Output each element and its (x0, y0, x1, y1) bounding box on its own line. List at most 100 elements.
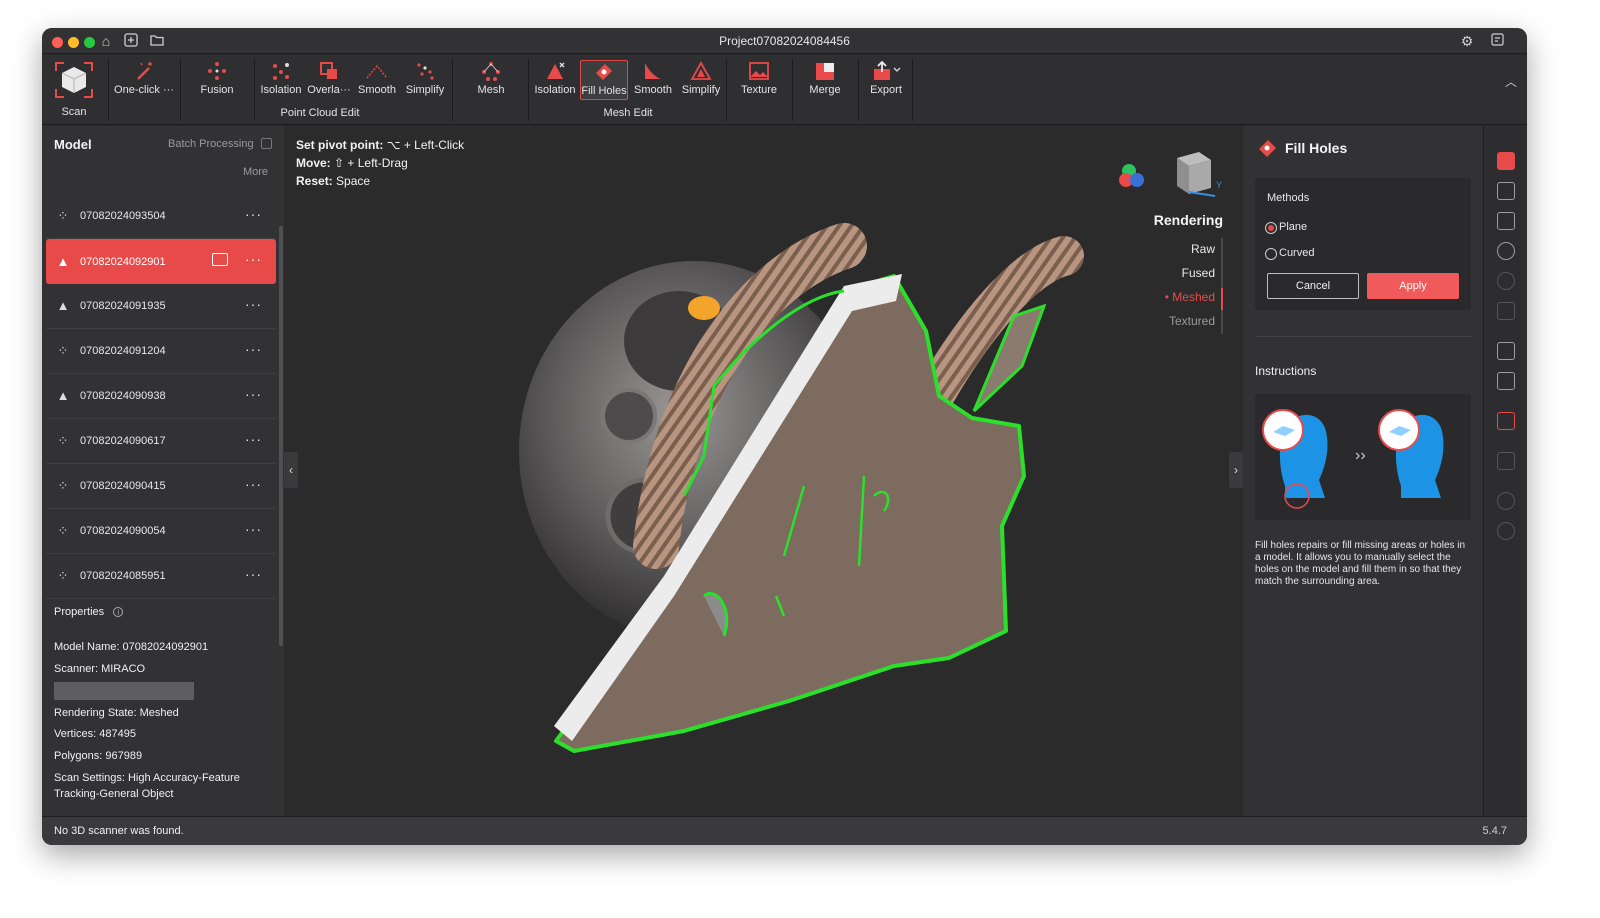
redo-icon[interactable] (1497, 522, 1515, 540)
collapse-toolbar-icon[interactable]: ︿ (1505, 73, 1517, 90)
cancel-button[interactable]: Cancel (1267, 273, 1359, 299)
pc-simplify-tool[interactable]: Simplify (402, 60, 448, 100)
model-item[interactable]: ▲ 07082024090938 ··· (46, 374, 276, 419)
model-more-icon[interactable]: ··· (245, 476, 262, 492)
plane-cut-icon[interactable] (1497, 302, 1515, 320)
pc-isolation-tool[interactable]: Isolation (258, 60, 304, 100)
color-orientation-icon[interactable] (1117, 160, 1149, 192)
mesh-tool[interactable]: Mesh (466, 60, 516, 100)
one-click-tool[interactable]: One-click ··· (114, 60, 174, 100)
export-icon (874, 60, 901, 80)
mesh-simplify-tool[interactable]: Simplify (678, 60, 724, 100)
curved-radio[interactable] (1265, 248, 1277, 260)
model-more-icon[interactable]: ··· (245, 341, 262, 357)
prop-scan-settings: Scan Settings: High Accuracy-Feature (54, 772, 240, 784)
prop-rendering-state: Rendering State: Meshed (54, 707, 179, 719)
polygon-select-icon[interactable] (1497, 212, 1515, 230)
mesh-simplify-icon (690, 61, 712, 80)
collapse-right-panel-icon[interactable]: › (1229, 452, 1243, 488)
select-pointer-icon[interactable] (1497, 152, 1515, 170)
undo-icon[interactable] (1497, 492, 1515, 510)
plane-radio-label[interactable]: Plane (1279, 221, 1307, 233)
select-connected-icon[interactable] (1497, 412, 1515, 430)
pc-smooth-label: Smooth (358, 84, 396, 96)
model-item-name: 07082024090938 (80, 390, 166, 402)
fill-holes-panel: Fill Holes Methods Plane Curved Cancel A… (1243, 126, 1483, 816)
overlap-label: Overla··· (307, 84, 351, 96)
fill-holes-label: Fill Holes (581, 85, 627, 97)
curved-radio-label[interactable]: Curved (1279, 247, 1314, 259)
model-item-name: 07082024085951 (80, 570, 166, 582)
merge-tool[interactable]: Merge (800, 60, 850, 100)
batch-icon (260, 138, 272, 149)
apply-button[interactable]: Apply (1367, 273, 1459, 299)
pc-smooth-tool[interactable]: Smooth (354, 60, 400, 100)
instructions-text: Fill holes repairs or fill missing areas… (1255, 540, 1466, 587)
render-fused[interactable]: Fused (1182, 266, 1215, 280)
model-item[interactable]: ⁘ 07082024091204 ··· (46, 329, 276, 374)
model-panel-title: Model (54, 137, 92, 152)
fill-holes-tool[interactable]: Fill Holes (580, 60, 628, 100)
more-button[interactable]: More (243, 166, 268, 178)
fusion-tool[interactable]: Fusion (192, 60, 242, 100)
mesh-smooth-tool[interactable]: Smooth (630, 60, 676, 100)
prop-scanner: Scanner: MIRACO (54, 663, 146, 675)
info-icon[interactable]: i (113, 607, 124, 617)
invert-selection-icon[interactable] (1497, 372, 1515, 390)
delete-icon[interactable] (1497, 452, 1515, 470)
render-meshed[interactable]: • Meshed (1165, 290, 1215, 304)
3d-viewport[interactable]: Set pivot point: ⌥ + Left-Click Move: ⇧ … (284, 126, 1243, 816)
model-item[interactable]: ⁘ 07082024090617 ··· (46, 419, 276, 464)
model-more-icon[interactable]: ··· (245, 521, 262, 537)
view-cube-icon[interactable]: Y (1165, 148, 1225, 200)
brush-select-icon[interactable] (1497, 272, 1515, 290)
divider (1255, 336, 1471, 337)
model-more-icon[interactable]: ··· (245, 206, 262, 222)
model-more-icon[interactable]: ··· (245, 431, 262, 447)
mesh-smooth-icon (645, 63, 661, 79)
texture-icon (749, 62, 769, 80)
model-list-scrollbar[interactable] (279, 226, 283, 646)
magic-wand-icon (137, 62, 152, 80)
texture-tool[interactable]: Texture (732, 60, 786, 100)
model-item[interactable]: ⁘ 07082024090054 ··· (46, 509, 276, 554)
model-more-icon[interactable]: ··· (245, 251, 262, 267)
pc-isolation-label: Isolation (260, 84, 302, 96)
rect-select-icon[interactable] (1497, 182, 1515, 200)
model-item-name: 07082024093504 (80, 210, 166, 222)
model-more-icon[interactable]: ··· (245, 296, 262, 312)
model-item[interactable]: ⁘ 07082024093504 ··· (46, 194, 276, 239)
plane-radio[interactable] (1265, 222, 1277, 234)
point-cloud-icon: ⁘ (57, 478, 69, 493)
axis-y-label: Y (1216, 180, 1222, 190)
mesh-isolation-tool[interactable]: Isolation (532, 60, 578, 100)
feedback-icon[interactable] (1489, 33, 1505, 49)
overlap-tool[interactable]: Overla··· (306, 60, 352, 100)
batch-processing-button[interactable]: Batch Processing (168, 138, 272, 150)
rendering-title: Rendering (1153, 212, 1223, 228)
isolation-icon (273, 63, 289, 80)
fill-holes-icon (596, 64, 612, 80)
model-item[interactable]: ▲ 07082024091935 ··· (46, 284, 276, 329)
one-click-label: One-click ··· (114, 84, 174, 96)
model-more-icon[interactable]: ··· (245, 566, 262, 582)
scan-button[interactable]: Scan (48, 59, 100, 121)
point-cloud-group-label: Point Cloud Edit (280, 107, 360, 119)
film-icon[interactable] (212, 253, 228, 266)
select-all-icon[interactable] (1497, 342, 1515, 360)
render-raw[interactable]: Raw (1191, 242, 1215, 256)
svg-text:››: ›› (1355, 447, 1366, 464)
mesh-icon: ▲ (56, 388, 70, 403)
model-item[interactable]: ⁘ 07082024090415 ··· (46, 464, 276, 509)
model-item[interactable]: ⁘ 07082024085951 ··· (46, 554, 276, 599)
settings-icon[interactable]: ⚙ (1459, 33, 1475, 49)
redacted-field (54, 682, 194, 700)
export-tool[interactable]: Export (864, 60, 908, 100)
methods-label: Methods (1267, 192, 1310, 204)
render-textured[interactable]: Textured (1169, 314, 1215, 328)
mesh-icon (482, 62, 500, 81)
collapse-left-panel-icon[interactable]: ‹ (284, 452, 298, 488)
model-item-selected[interactable]: ▲ 07082024092901 ··· (46, 239, 276, 284)
model-more-icon[interactable]: ··· (245, 386, 262, 402)
lasso-select-icon[interactable] (1497, 242, 1515, 260)
